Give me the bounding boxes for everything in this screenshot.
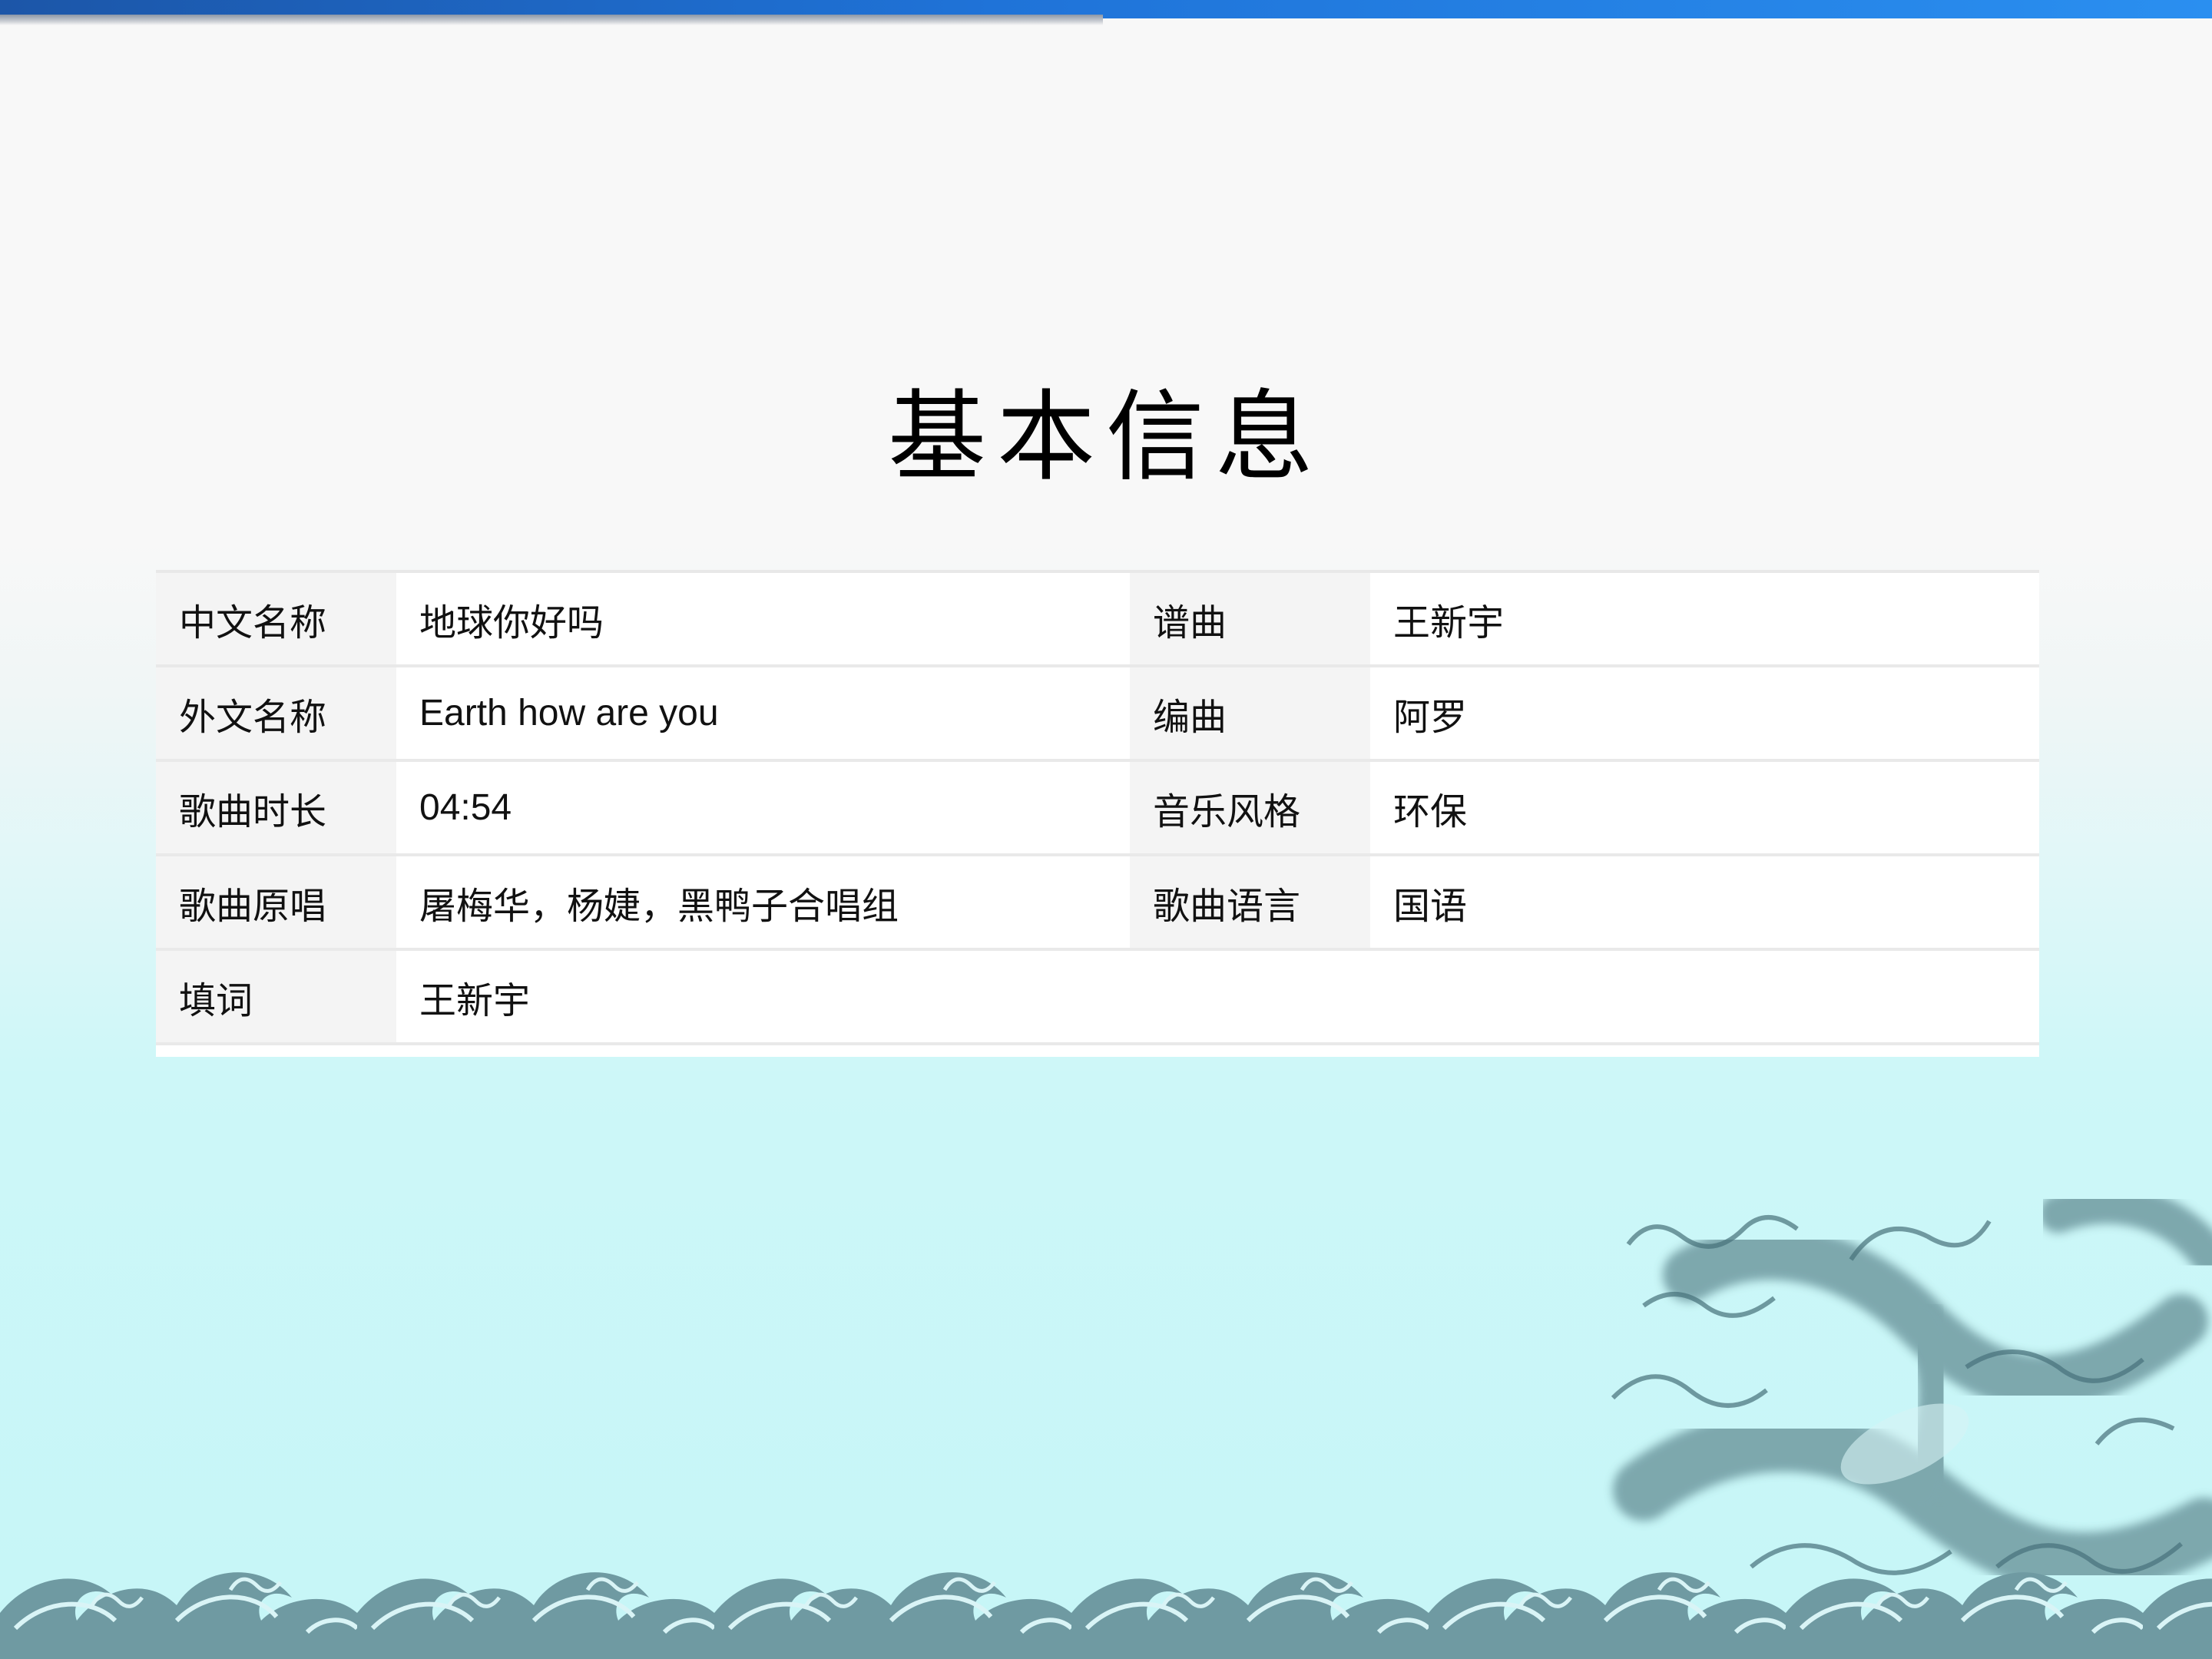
field-value-arranger: 阿罗 (1370, 666, 2039, 762)
field-value-song-language: 国语 (1370, 855, 2039, 951)
slide-title: 基本信息 (887, 380, 1324, 495)
field-label-music-style: 音乐风格 (1130, 760, 1370, 856)
empty-cell (1130, 949, 1370, 1045)
field-label-song-language: 歌曲语言 (1130, 855, 1370, 951)
song-info-table: 中文名称 地球你好吗 谱曲 王新宇 外文名称 Earth how are you… (156, 570, 2039, 1057)
top-bar-shadow (0, 15, 1103, 25)
field-value-composer: 王新宇 (1370, 573, 2039, 667)
table-row: 歌曲时长 04:54 音乐风格 环保 (156, 760, 2039, 856)
wave-pattern-icon (0, 1544, 2212, 1659)
field-label-arranger: 编曲 (1130, 666, 1370, 762)
field-label-original-singer: 歌曲原唱 (156, 855, 396, 951)
field-label-duration: 歌曲时长 (156, 760, 396, 856)
field-label-lyricist: 填词 (156, 949, 396, 1045)
field-value-chinese-name: 地球你好吗 (396, 573, 1130, 667)
field-label-foreign-name: 外文名称 (156, 666, 396, 762)
table-row: 填词 王新宇 (156, 949, 2039, 1045)
field-value-foreign-name: Earth how are you (396, 666, 1130, 762)
empty-cell (1370, 949, 2039, 1045)
table-row: 外文名称 Earth how are you 编曲 阿罗 (156, 666, 2039, 762)
field-label-chinese-name: 中文名称 (156, 573, 396, 667)
field-value-lyricist: 王新宇 (396, 949, 1130, 1045)
field-value-original-singer: 屠梅华，杨婕，黑鸭子合唱组 (396, 855, 1130, 951)
field-value-music-style: 环保 (1370, 760, 2039, 856)
table-row: 中文名称 地球你好吗 谱曲 王新宇 (156, 573, 2039, 667)
field-label-composer: 谱曲 (1130, 573, 1370, 667)
field-value-duration: 04:54 (396, 760, 1130, 856)
table-row: 歌曲原唱 屠梅华，杨婕，黑鸭子合唱组 歌曲语言 国语 (156, 855, 2039, 951)
